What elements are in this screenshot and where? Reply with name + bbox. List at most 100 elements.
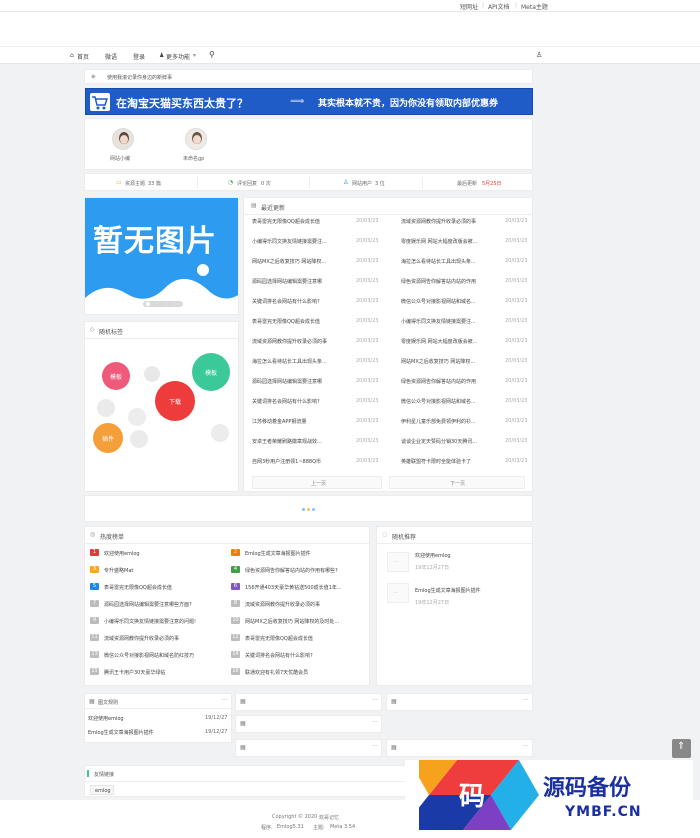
rec-item-title[interactable]: Emlog生成文章海报图片插件	[415, 587, 481, 594]
theme-link[interactable]: Meta 3.54	[330, 824, 355, 830]
search-icon[interactable]: ⚲	[209, 50, 215, 59]
nav-weiyu[interactable]: 微语	[105, 52, 117, 61]
program-link[interactable]: Emlog5.31	[277, 824, 304, 830]
rec-item-title[interactable]: 欢迎使用emlog	[415, 552, 451, 559]
recent-item[interactable]: 流域资源网教你提升收录必须的事	[401, 218, 496, 225]
tag-bubble[interactable]	[128, 408, 146, 426]
recent-item[interactable]: 表哥雷完无限像QQ超会成长值	[252, 318, 347, 325]
meta-theme-link[interactable]: Meta主题	[521, 2, 548, 11]
tag-bubble[interactable]: 下载	[155, 381, 195, 421]
list-icon: ▤	[251, 202, 257, 209]
user-name[interactable]: 未命名gp	[183, 155, 204, 162]
rank-badge: 7	[90, 600, 99, 607]
recent-item[interactable]: 网站MX之后收复技巧 网站降权...	[252, 258, 347, 265]
recent-item[interactable]: 关键词排名会网站有什么影响?	[252, 298, 347, 305]
recent-item[interactable]: 源码园选择网站编辑需要注意哪	[252, 378, 347, 385]
more-icon[interactable]: ···	[523, 697, 529, 704]
recent-item[interactable]: 海拉怎么看待站长工具出现头条...	[252, 358, 347, 365]
recent-item-date: 20/03/23	[356, 398, 379, 404]
site-name-link[interactable]: 欢哥记忆	[319, 814, 339, 821]
thumbnail[interactable]: ···	[387, 583, 409, 603]
chevron-down-icon: ▾	[193, 52, 197, 59]
short-url-link[interactable]: 短网址	[460, 2, 478, 11]
doc-icon: ▦	[89, 698, 95, 705]
friend-link[interactable]: emlog	[90, 785, 114, 795]
hot-item[interactable]: 网站MX之后收复技巧 网站降权的及时处...	[245, 618, 365, 625]
more-icon[interactable]: ···	[372, 719, 378, 726]
api-docs-link[interactable]: API文档	[488, 2, 510, 11]
recent-item[interactable]: 英雄联盟符卡限时全能体验卡了	[401, 458, 496, 465]
tag-bubble[interactable]	[130, 430, 148, 448]
recent-item[interactable]: 微信公众号对接影视网站和域名...	[401, 398, 496, 405]
recent-item[interactable]: 表哥雷完无限像QQ超会成长值	[252, 218, 347, 225]
recent-item[interactable]: 流域资源网教你提升收录必须的事	[252, 338, 347, 345]
recent-item[interactable]: 绿色资源网告你解答站内站的作用	[401, 378, 496, 385]
hot-item[interactable]: 156开通403天豪华黄钻送500成长值1年...	[245, 584, 365, 591]
promo-banner[interactable]: 在淘宝天猫买东西太贵了？ ⟹ 其实根本就不贵，因为你没有领取内部优惠券	[85, 88, 533, 115]
graphic-item-title[interactable]: 欢迎使用emlog	[88, 715, 124, 722]
tag-bubble[interactable]	[211, 424, 229, 442]
hot-item[interactable]: Emlog生成文章海报图片插件	[245, 550, 365, 557]
hot-item[interactable]: 专升盛略Mat	[104, 567, 224, 574]
friends-title: 友情链接	[94, 772, 115, 778]
more-icon[interactable]: ···	[523, 743, 529, 750]
avatar[interactable]	[112, 128, 134, 150]
recent-item[interactable]: 零度娱乐网 网站大幅度改版会被...	[401, 238, 496, 245]
back-to-top-button[interactable]: ⇑	[672, 739, 691, 758]
tag-bubble[interactable]	[144, 366, 160, 382]
hot-item[interactable]: 微信公众号对接影视网站和域名防红技巧	[104, 652, 224, 659]
slider-dots[interactable]	[143, 301, 183, 307]
hot-item[interactable]: 表哥雷完无限像QQ超会成长值	[104, 584, 224, 591]
tag-bubble[interactable]	[97, 399, 115, 417]
hot-item[interactable]: 联通欢迎有礼领7天优酷会员	[245, 669, 365, 676]
theme-label: 主题:	[313, 825, 325, 831]
rank-badge: 2	[231, 549, 240, 556]
hot-item[interactable]: 欢迎使用emlog	[104, 550, 224, 557]
recent-item[interactable]: 江苏移动着金APP钢流量	[252, 418, 347, 425]
thumbnail[interactable]: ···	[387, 552, 409, 572]
hot-item[interactable]: 流域资源网教你提升收录必须的事	[245, 601, 365, 608]
recent-item-date: 20/03/23	[505, 218, 528, 224]
recent-item[interactable]: 源码园选择网站编辑需要注意哪	[252, 278, 347, 285]
nav-login[interactable]: 登录	[133, 52, 145, 61]
recent-item[interactable]: 自网3秒用户注册领1~888Q币	[252, 458, 347, 465]
recent-item[interactable]: 绿色资源网告你解答站内站的作用	[401, 278, 496, 285]
user-name[interactable]: 网站小编	[110, 155, 130, 162]
rank-badge: 15	[90, 668, 99, 675]
recent-item[interactable]: 零度娱乐网 网站大幅度改版会被...	[401, 338, 496, 345]
hot-item[interactable]: 绿色资源网告你解答站内站的作用有哪些?	[245, 567, 365, 574]
hot-item[interactable]: 关键词排名会网站有什么影响?	[245, 652, 365, 659]
next-page-button[interactable]: 下一页	[389, 476, 525, 489]
more-icon[interactable]: ···	[222, 697, 228, 704]
tag-bubble[interactable]: 插件	[93, 423, 123, 453]
avatar[interactable]	[185, 128, 207, 150]
recent-item[interactable]: 安卓王者荣耀刷路徽章观战效...	[252, 438, 347, 445]
tag-bubble[interactable]: 模板	[192, 353, 230, 391]
hot-item[interactable]: 小编得乐同文换友情链接需要注意的问题!	[104, 618, 224, 625]
more-icon[interactable]: ···	[372, 697, 378, 704]
image-slider[interactable]: 暂无图片	[84, 197, 239, 315]
recent-item[interactable]: 小编得乐同文换友情链接需要注...	[252, 238, 347, 245]
hot-item[interactable]: 源码园选择网站编辑需要注意哪些方面?	[104, 601, 224, 608]
recent-item[interactable]: 关键词排名会网站有什么影响?	[252, 398, 347, 405]
nav-more[interactable]: 更多功能	[166, 52, 190, 61]
nav-home[interactable]: 首页	[77, 52, 89, 61]
hot-item[interactable]: 流域资源网教你提升收录必须的事	[104, 635, 224, 642]
recent-item[interactable]: 伊利星儿童乐部免费领伊利的衫...	[401, 418, 496, 425]
account-icon[interactable]: ♙	[536, 51, 542, 59]
recent-item[interactable]: 谈谈企业定天赞码分销30天腾讯...	[401, 438, 496, 445]
recent-item[interactable]: 网站MX之后收复技巧 网站降权...	[401, 358, 496, 365]
recent-item[interactable]: 海拉怎么看待站长工具出现头条...	[401, 258, 496, 265]
recent-item-date: 20/03/23	[505, 418, 528, 424]
hot-item[interactable]: 腾讯王卡用户30天豪华绿钻	[104, 669, 224, 676]
prev-page-button[interactable]: 上一页	[252, 476, 382, 489]
rank-badge: 13	[90, 651, 99, 658]
graphic-item-title[interactable]: Emlog生成文章海报图片插件	[88, 729, 154, 736]
tag-bubble[interactable]: 模板	[102, 362, 130, 390]
recent-item[interactable]: 微信公众号对接影视网站和域名...	[401, 298, 496, 305]
recent-item[interactable]: 小编得乐同文换友情链接需要注...	[401, 318, 496, 325]
hot-item[interactable]: 表哥雷完无限像QQ超会成长值	[245, 635, 365, 642]
site-header	[0, 12, 700, 46]
more-icon[interactable]: ···	[372, 743, 378, 750]
update-value: 5月25日	[482, 181, 502, 187]
